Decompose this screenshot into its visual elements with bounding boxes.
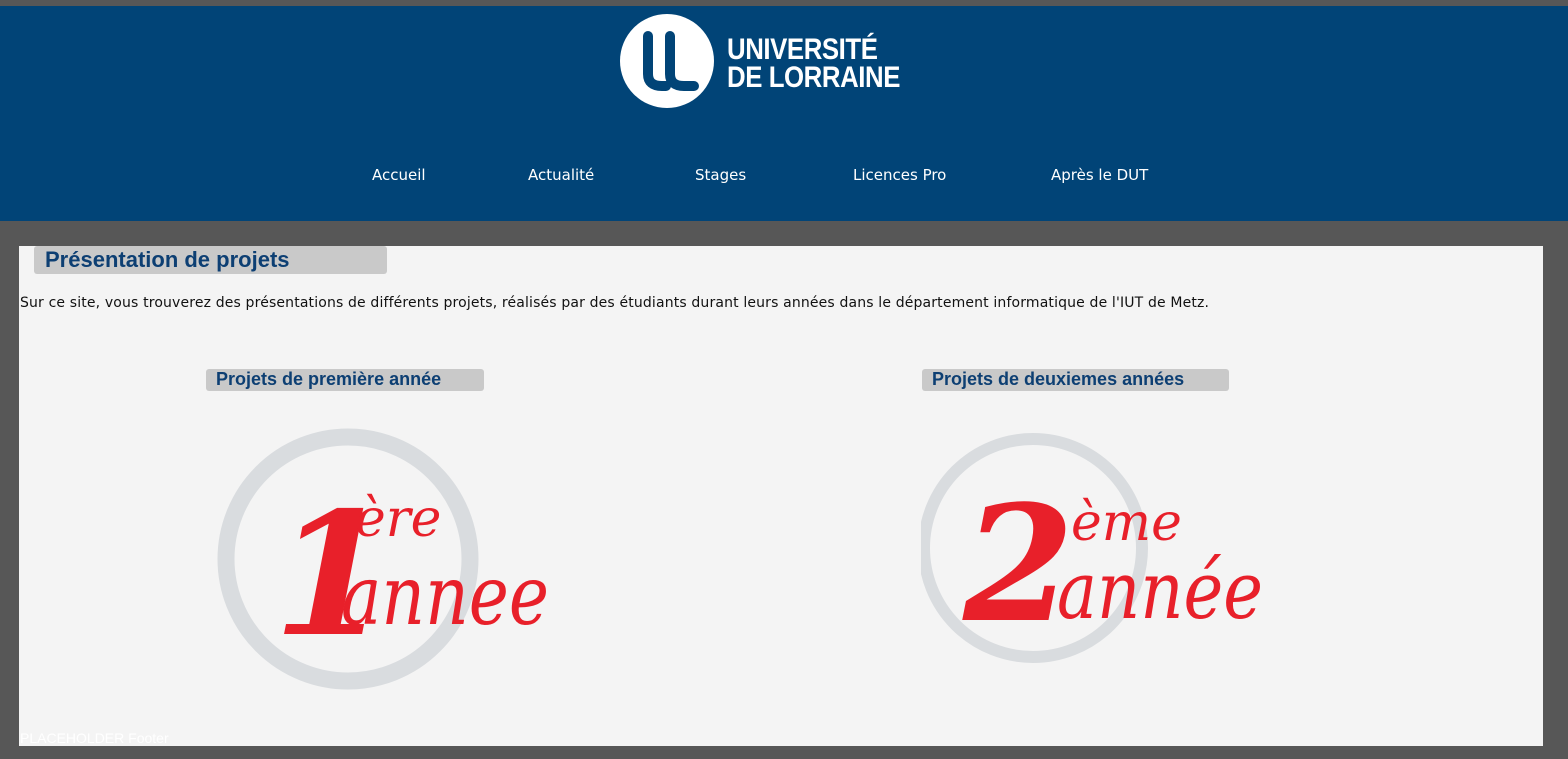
second-year-badge-image: 2 ème année bbox=[921, 433, 1263, 663]
section-title-first-year: Projets de première année bbox=[216, 369, 442, 389]
university-logo[interactable]: UNIVERSITÉ DE LORRAINE bbox=[620, 14, 920, 110]
footer-placeholder: PLACEHOLDER Footer bbox=[20, 730, 169, 746]
intro-text: Sur ce site, vous trouverez des présenta… bbox=[20, 295, 1210, 311]
first-year-suffix: ère bbox=[355, 489, 441, 549]
second-year-badge-link[interactable]: 2 ème année bbox=[921, 428, 1271, 688]
nav-apres-le-dut[interactable]: Après le DUT bbox=[1051, 166, 1148, 184]
main-content: Présentation de projets Sur ce site, vou… bbox=[19, 246, 1543, 746]
first-year-badge-link[interactable]: 1 ère annee bbox=[205, 426, 555, 696]
page-title: Présentation de projets bbox=[45, 247, 290, 272]
nav-licences-pro[interactable]: Licences Pro bbox=[853, 166, 946, 184]
page-title-box: Présentation de projets bbox=[34, 246, 387, 274]
first-year-badge-image: 1 ère annee bbox=[217, 428, 549, 690]
ul-logo-icon bbox=[620, 14, 714, 108]
section-label-second-year: Projets de deuxiemes années bbox=[922, 369, 1229, 391]
logo-wordmark: UNIVERSITÉ DE LORRAINE bbox=[727, 33, 901, 94]
site-header: UNIVERSITÉ DE LORRAINE Accueil Actualité… bbox=[0, 6, 1568, 221]
main-nav: Accueil Actualité Stages Licences Pro Ap… bbox=[0, 166, 1568, 186]
logo-line-2: DE LORRAINE bbox=[727, 61, 901, 94]
nav-stages[interactable]: Stages bbox=[695, 166, 746, 184]
nav-actualite[interactable]: Actualité bbox=[528, 166, 594, 184]
section-title-second-year: Projets de deuxiemes années bbox=[932, 369, 1185, 389]
nav-accueil[interactable]: Accueil bbox=[372, 166, 426, 184]
first-year-word: annee bbox=[341, 549, 549, 644]
logo-line-1: UNIVERSITÉ bbox=[727, 33, 878, 66]
second-year-word: année bbox=[1057, 544, 1263, 637]
section-label-first-year: Projets de première année bbox=[206, 369, 484, 391]
